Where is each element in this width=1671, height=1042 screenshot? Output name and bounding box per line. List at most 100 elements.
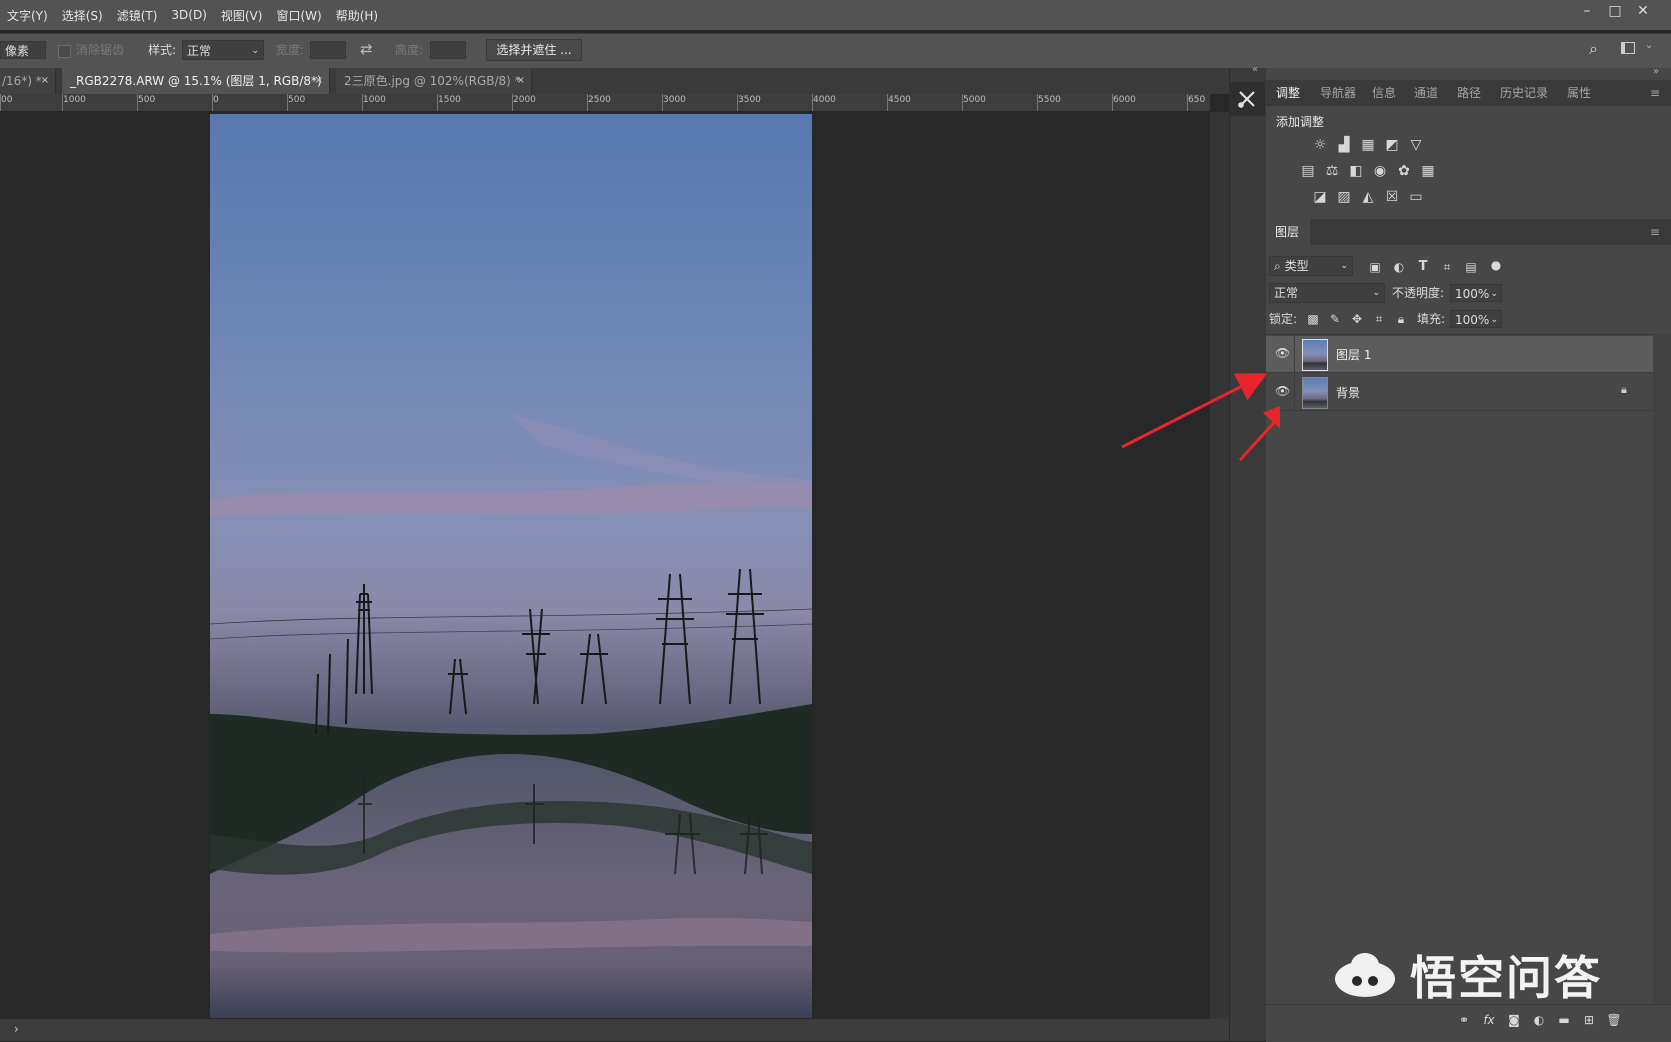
- curves-icon[interactable]: ▦: [1359, 137, 1377, 153]
- minimize-button[interactable]: –: [1573, 0, 1601, 24]
- menu-text[interactable]: 文字(Y): [0, 7, 55, 24]
- tab-navigator[interactable]: 导航器: [1320, 82, 1356, 104]
- blend-mode-select[interactable]: 正常 ⌄: [1269, 283, 1385, 303]
- hue-saturation-icon[interactable]: ▤: [1299, 163, 1317, 179]
- new-layer-icon[interactable]: ⊞: [1580, 1012, 1598, 1028]
- feather-field[interactable]: 像素: [0, 41, 46, 59]
- levels-icon[interactable]: ▟: [1335, 137, 1353, 153]
- collapse-arrows-icon[interactable]: «: [1252, 64, 1258, 75]
- close-icon[interactable]: ×: [41, 68, 49, 94]
- opacity-field[interactable]: 100% ⌄: [1450, 284, 1502, 302]
- posterize-icon[interactable]: ▨: [1335, 189, 1353, 205]
- menu-select[interactable]: 选择(S): [55, 7, 110, 24]
- ruler-label: 2500: [588, 95, 611, 105]
- document-tab-bar: /16*) * × _RGB2278.ARW @ 15.1% (图层 1, RG…: [0, 68, 1229, 114]
- lock-artboard-icon[interactable]: ⌗: [1370, 311, 1388, 327]
- folder-icon[interactable]: ▬: [1555, 1012, 1573, 1028]
- tab-document-2[interactable]: _RGB2278.ARW @ 15.1% (图层 1, RGB/8*) * ×: [62, 68, 330, 114]
- lock-position-icon[interactable]: ✥: [1348, 311, 1366, 327]
- shape-layer-filter-icon[interactable]: ⌗: [1438, 259, 1456, 275]
- eye-icon[interactable]: 👁︎: [1275, 346, 1290, 360]
- layer-name[interactable]: 背景: [1336, 384, 1360, 401]
- fill-field[interactable]: 100% ⌄: [1450, 310, 1502, 328]
- close-button[interactable]: ✕: [1629, 0, 1657, 24]
- lock-transparency-icon[interactable]: ▩: [1304, 311, 1322, 327]
- fill-value: 100%: [1455, 313, 1490, 327]
- opacity-label: 不透明度:: [1392, 286, 1445, 300]
- fx-icon[interactable]: fx: [1480, 1012, 1498, 1028]
- swap-icon[interactable]: ⇄: [360, 39, 373, 59]
- select-and-mask-button[interactable]: 选择并遮住 ...: [486, 39, 582, 61]
- horizontal-scrollbar[interactable]: ›: [0, 1019, 1229, 1041]
- exposure-icon[interactable]: ◩: [1383, 137, 1401, 153]
- landscape-photo: [210, 114, 812, 1018]
- layer-name[interactable]: 图层 1: [1336, 346, 1371, 363]
- color-balance-icon[interactable]: ⚖: [1323, 163, 1341, 179]
- add-adjustment-label: 添加调整: [1276, 115, 1325, 129]
- type-layer-filter-icon[interactable]: T: [1414, 259, 1432, 275]
- wukong-logo-icon: [1335, 953, 1395, 997]
- tab-properties[interactable]: 属性: [1567, 82, 1591, 104]
- brightness-icon[interactable]: ☼: [1311, 137, 1329, 153]
- tab-info[interactable]: 信息: [1372, 82, 1396, 104]
- menu-filter[interactable]: 滤镜(T): [110, 7, 165, 24]
- photo-filter-icon[interactable]: ◉: [1371, 163, 1389, 179]
- workspace-icon[interactable]: [1621, 42, 1635, 54]
- invert-icon[interactable]: ◪: [1311, 189, 1329, 205]
- trash-icon[interactable]: 🗑︎: [1605, 1012, 1623, 1028]
- adjustment-layer-filter-icon[interactable]: ◐: [1390, 259, 1408, 275]
- threshold-icon[interactable]: ◭: [1359, 189, 1377, 205]
- panel-menu-icon[interactable]: ≡: [1650, 82, 1660, 104]
- lock-all-icon[interactable]: 🔒︎: [1392, 311, 1410, 327]
- color-lookup-icon[interactable]: ▦: [1419, 163, 1437, 179]
- mask-icon[interactable]: ◙: [1505, 1012, 1523, 1028]
- watermark-text: 悟空问答: [1410, 951, 1602, 1005]
- tab-adjustments[interactable]: 调整: [1276, 82, 1300, 104]
- width-field[interactable]: [310, 41, 346, 59]
- gradient-map-icon[interactable]: ▭: [1407, 189, 1425, 205]
- layer-row-background[interactable]: 👁︎ 背景 🔒︎: [1266, 374, 1653, 411]
- chevron-down-icon[interactable]: ⌄: [1645, 40, 1653, 51]
- filter-toggle-icon[interactable]: ●: [1487, 257, 1505, 273]
- tab-history[interactable]: 历史记录: [1500, 82, 1548, 104]
- lock-pixels-icon[interactable]: ✎: [1326, 311, 1344, 327]
- tab-layers[interactable]: 图层: [1275, 221, 1299, 243]
- layer-filter-select[interactable]: ⌕ 类型 ⌄: [1269, 256, 1353, 276]
- tab-channels[interactable]: 通道: [1414, 82, 1438, 104]
- width-label: 宽度:: [276, 43, 305, 57]
- layer-row-layer1[interactable]: 👁︎ 图层 1: [1266, 336, 1653, 373]
- smart-object-filter-icon[interactable]: ▤: [1462, 259, 1480, 275]
- menu-3d[interactable]: 3D(D): [164, 8, 213, 22]
- expand-arrows-icon[interactable]: »: [1653, 66, 1659, 77]
- options-bar: 像素 消除锯齿 样式: 正常 ⌄ 宽度: ⇄ 高度: 选择并遮住 ... ⌕ ⌄: [0, 33, 1671, 69]
- menu-view[interactable]: 视图(V): [214, 7, 270, 24]
- channel-mixer-icon[interactable]: ✿: [1395, 163, 1413, 179]
- search-icon[interactable]: ⌕: [1589, 39, 1598, 59]
- horizontal-ruler: 00 1000 500 0 500 1000 1500 2000 2500 30…: [0, 94, 1210, 112]
- pixel-layer-filter-icon[interactable]: ▣: [1366, 259, 1384, 275]
- vertical-scrollbar[interactable]: [1210, 112, 1229, 1019]
- antialias-checkbox[interactable]: [58, 45, 71, 58]
- height-field[interactable]: [430, 41, 466, 59]
- layers-scrollbar[interactable]: [1653, 334, 1671, 1004]
- menu-window[interactable]: 窗口(W): [269, 7, 328, 24]
- menu-help[interactable]: 帮助(H): [329, 7, 385, 24]
- style-select[interactable]: 正常 ⌄: [182, 40, 264, 60]
- tab-paths[interactable]: 路径: [1457, 82, 1481, 104]
- collapsed-panel-dock: «: [1229, 64, 1266, 1041]
- chevron-right-icon[interactable]: ›: [14, 1022, 19, 1036]
- maximize-button[interactable]: □: [1601, 0, 1629, 24]
- close-icon[interactable]: ×: [315, 68, 323, 94]
- document-image[interactable]: [210, 114, 812, 1018]
- tab-document-3[interactable]: 2三原色.jpg @ 102%(RGB/8) * ×: [336, 68, 532, 94]
- close-icon[interactable]: ×: [517, 68, 525, 94]
- black-white-icon[interactable]: ◧: [1347, 163, 1365, 179]
- tool-presets-button[interactable]: [1229, 82, 1265, 116]
- adjustment-icon[interactable]: ◐: [1530, 1012, 1548, 1028]
- selective-color-icon[interactable]: ☒: [1383, 189, 1401, 205]
- tab-document-1[interactable]: /16*) * ×: [0, 68, 56, 94]
- link-icon[interactable]: ⚭: [1455, 1012, 1473, 1028]
- ruler-label: 00: [1, 95, 13, 105]
- vibrance-icon[interactable]: ▽: [1407, 137, 1425, 153]
- layers-menu-icon[interactable]: ≡: [1650, 221, 1660, 243]
